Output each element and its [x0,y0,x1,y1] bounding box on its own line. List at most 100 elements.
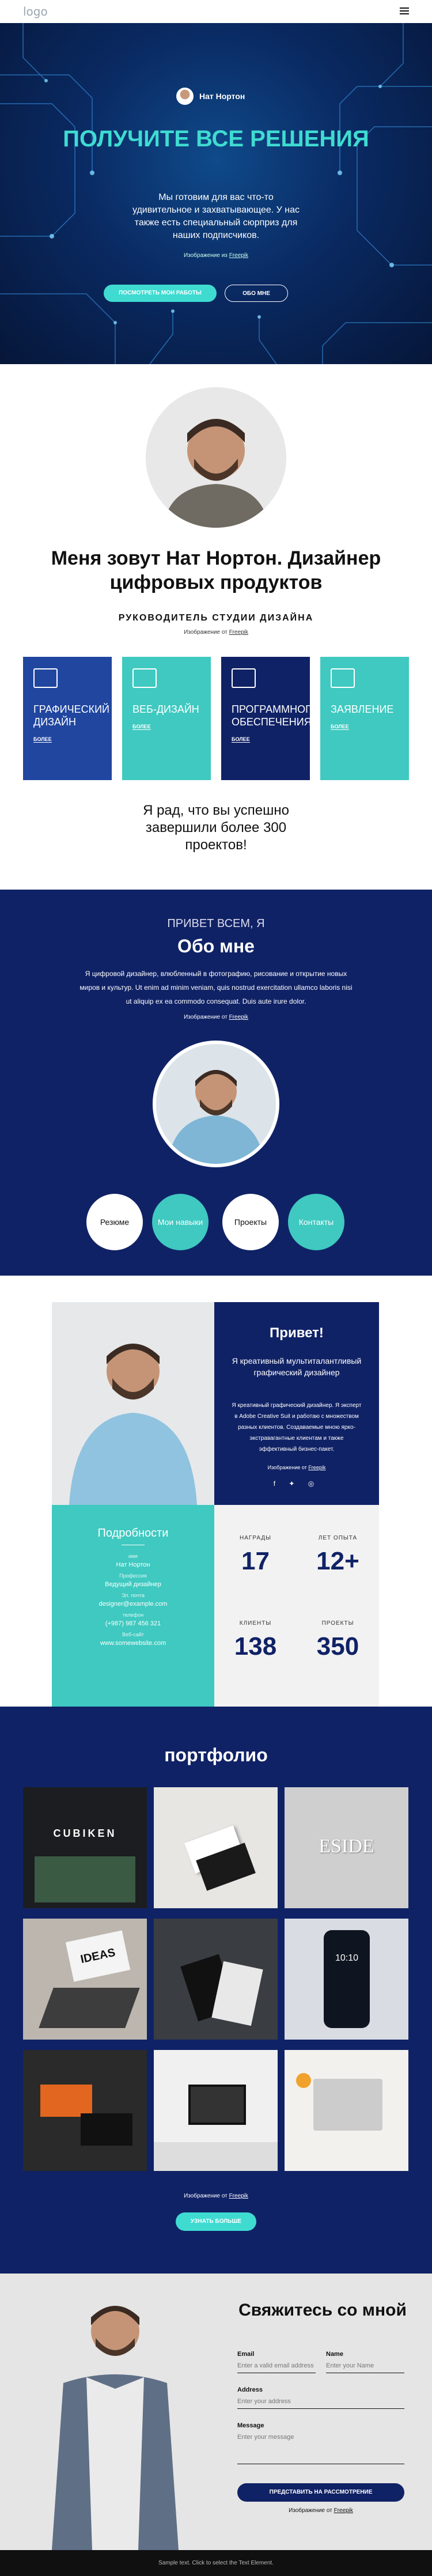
view-works-button[interactable]: ПОСМОТРЕТЬ МОИ РАБОТЫ [104,285,217,302]
code-icon [232,668,256,688]
credit-link[interactable]: Freepik [229,1014,248,1020]
intro-title: Меня зовут Нат Нортон. Дизайнер цифровых… [51,547,381,593]
skills-circle-button[interactable]: Мои навыки [152,1194,209,1250]
detail-label: Профессия [119,1573,147,1579]
name-field[interactable]: Enter your Name [326,2362,374,2369]
about-text: Я цифровой дизайнер, влюбленный в фотогр… [79,970,353,1005]
about-section: ПРИВЕТ ВСЕМ, Я Обо мне Я цифровой дизайн… [0,890,432,1276]
card-shape [40,2085,92,2117]
submit-button[interactable]: ПРЕДСТАВИТЬ НА РАССМОТРЕНИЕ [237,2483,404,2502]
resume-circle-button[interactable]: Резюме [86,1194,143,1250]
portfolio-tile-laptop[interactable] [285,2050,408,2171]
contact-credit: Изображение от Freepik [237,2507,404,2514]
detail-value: Нат Нортон [116,1561,150,1568]
card-shape [81,2113,132,2146]
address-underline [237,2408,404,2409]
learn-more-button[interactable]: УЗНАТЬ БОЛЬШЕ [176,2212,256,2231]
stat-value: 12+ [316,1547,359,1575]
detail-value[interactable]: www.somewebsite.com [52,1640,214,1647]
detail-value[interactable]: (+987) 987 456 321 [52,1620,214,1627]
portfolio-tile-dark-cards[interactable] [154,1919,278,2040]
portfolio-tile-phone[interactable]: 10:10 [285,1919,408,2040]
card-title: ЗАЯВЛЕНИЕ [331,703,394,715]
card-more-link[interactable]: БОЛЕЕ [331,724,349,730]
numbers-panel: НАГРАДЫ 17 ЛЕТ ОПЫТА 12+ КЛИЕНТЫ 138 ПРОЕКТ… [214,1505,379,1707]
about-credit: Изображение от Freepik [0,1014,432,1020]
card-more-link[interactable]: БОЛЕЕ [132,724,151,730]
credit-prefix: Изображение от [184,1014,228,1020]
laptop-shape [313,2079,382,2131]
stat-awards: НАГРАДЫ 17 [214,1535,297,1576]
portfolio-tile-ideas[interactable]: IDEAS [23,1919,147,2040]
detail-label: телефон [122,1612,144,1618]
service-card-app[interactable]: ЗАЯВЛЕНИЕ БОЛЕЕ [320,657,409,780]
card-title: ВЕБ-ДИЗАЙН [132,703,199,715]
intro-credit: Изображение от Freepik [0,629,432,636]
email-label: Email [237,2351,255,2358]
web-design-icon [132,668,157,688]
portfolio-tile-white-cards[interactable] [154,1787,278,1908]
application-icon [331,668,355,688]
credit-link[interactable]: Freepik [334,2507,353,2514]
service-card-graphic[interactable]: ГРАФИЧЕСКИЙ ДИЗАЙН БОЛЕЕ [23,657,112,780]
hero-title: ПОЛУЧИТЕ ВСЕ РЕШЕНИЯ [63,126,369,152]
about-hello: ПРИВЕТ ВСЕМ, Я [167,917,265,930]
author-name: Нат Нортон [199,92,245,101]
desk-shape [154,2142,278,2171]
hero-lead: Мы готовим для вас что-то удивительное и… [132,192,300,240]
email-field[interactable]: Enter a valid email address [237,2362,314,2369]
profile-subtitle: Я креативный мультиталантливый графическ… [232,1356,362,1377]
credit-prefix: Изображение от [289,2507,332,2514]
stat-value: 17 [241,1547,270,1575]
laptop-shape [39,1988,140,2028]
monitor-shape [188,2085,246,2125]
hero-credit: Изображение из Freepik [0,252,432,259]
projects-circle-button[interactable]: Проекты [222,1194,279,1250]
stat-label: ПРОЕКТЫ [321,1620,354,1626]
card-title: ПРОГРАММНОГО ОБЕСПЕЧЕНИЯ [232,703,319,728]
address-field[interactable]: Enter your address [237,2398,291,2405]
portrait-image [146,387,286,528]
message-field[interactable]: Enter your message [237,2434,294,2441]
stat-label: ЛЕТ ОПЫТА [318,1535,358,1541]
detail-label: имя [128,1553,138,1559]
site-header: logo [0,0,432,23]
projects-statement: Я рад, что вы успешно завершили более 30… [143,803,289,853]
footer: Sample text. Click to select the Text El… [0,2550,432,2576]
portfolio-tile-desk[interactable] [154,2050,278,2171]
details-panel: Подробности имя Нат Нортон Профессия Вед… [52,1505,214,1707]
portfolio-section: портфолио CUBIKEN ESIDE IDEAS 10:10 Изоб… [0,1707,432,2274]
about-me-button[interactable]: ОБО МНЕ [225,285,288,302]
stat-label: КЛИЕНТЫ [239,1620,272,1626]
portfolio-tile-cubiken[interactable]: CUBIKEN [23,1787,147,1908]
detail-value[interactable]: designer@example.com [52,1601,214,1607]
hamburger-menu-icon[interactable] [400,7,409,14]
credit-prefix: Изображение от [267,1465,307,1470]
profile-intro-panel: Привет! Я креативный мультиталантливый г… [214,1302,379,1505]
contacts-circle-button[interactable]: Контакты [288,1194,344,1250]
credit-link[interactable]: Freepik [229,252,248,259]
service-card-web[interactable]: ВЕБ-ДИЗАЙН БОЛЕЕ [122,657,211,780]
storefront-shape [35,1856,135,1902]
credit-prefix: Изображение от [184,2193,228,2199]
author-avatar [176,88,194,105]
profile-section: Привет! Я креативный мультиталантливый г… [0,1276,432,1707]
address-label: Address [237,2386,263,2393]
service-card-software[interactable]: ПРОГРАММНОГО ОБЕСПЕЧЕНИЯ БОЛЕЕ [221,657,319,780]
message-label: Message [237,2422,264,2429]
credit-link[interactable]: Freepik [308,1465,325,1470]
intro-section: Меня зовут Нат Нортон. Дизайнер цифровых… [0,364,432,890]
portfolio-tile-orange-cards[interactable] [23,2050,147,2171]
logo[interactable]: logo [23,5,48,18]
portfolio-tile-eside[interactable]: ESIDE [285,1787,408,1908]
stat-clients: КЛИЕНТЫ 138 [214,1620,297,1661]
profile-photo [52,1302,214,1505]
credit-link[interactable]: Freepik [229,629,248,636]
social-icons[interactable]: f ✦ ◎ [214,1480,379,1488]
portfolio-credit: Изображение от Freepik [0,2193,432,2199]
about-portrait [153,1041,279,1167]
card-more-link[interactable]: БОЛЕЕ [33,736,52,743]
credit-link[interactable]: Freepik [229,2193,248,2199]
hero-section: Нат Нортон ПОЛУЧИТЕ ВСЕ РЕШЕНИЯ Мы готов… [0,23,432,364]
card-more-link[interactable]: БОЛЕЕ [232,736,250,743]
